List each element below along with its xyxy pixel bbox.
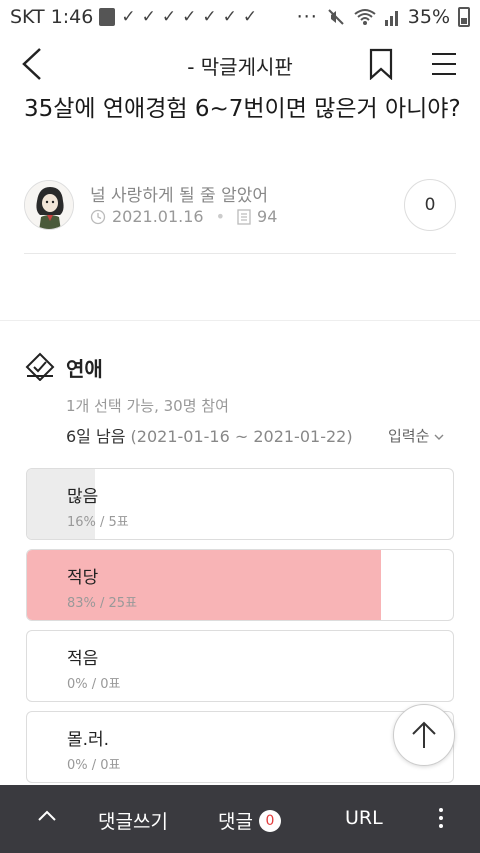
- comments-label: 댓글: [218, 811, 253, 833]
- check-icon: ✓: [161, 7, 177, 27]
- poll-option-label: 적당: [67, 568, 99, 588]
- like-count: 0: [424, 195, 436, 215]
- mute-icon: [328, 9, 344, 25]
- battery-icon: [458, 7, 470, 27]
- poll-option[interactable]: 몰.러. 0% / 0표: [26, 711, 454, 783]
- status-left: SKT 1:46 ✓ ✓ ✓ ✓ ✓ ✓ ✓: [10, 6, 257, 28]
- bottom-bar: 댓글쓰기 댓글 0 URL: [0, 785, 480, 853]
- view-count: 94: [257, 207, 278, 226]
- poll-option-label: 많음: [67, 487, 99, 507]
- scroll-top-button[interactable]: [393, 704, 455, 766]
- check-icon: ✓: [202, 7, 217, 27]
- note-icon: [99, 8, 116, 26]
- poll-option-label: 몰.러.: [67, 730, 110, 750]
- chevron-up-icon[interactable]: [36, 805, 58, 827]
- sort-label: 입력순: [388, 427, 430, 445]
- overflow-dots: ···: [296, 6, 318, 28]
- chevron-down-icon: [434, 434, 444, 440]
- poll-period: 6일 남음 (2021-01-16 ~ 2021-01-22): [66, 423, 353, 447]
- bookmark-icon[interactable]: [368, 48, 394, 80]
- status-bar: SKT 1:46 ✓ ✓ ✓ ✓ ✓ ✓ ✓ ··· 35%: [0, 0, 480, 34]
- poll-option-stats: 0% / 0표: [67, 758, 121, 773]
- poll-option-stats: 83% / 25표: [67, 596, 138, 611]
- status-right: ··· 35%: [297, 6, 470, 28]
- wifi-icon: [354, 9, 376, 25]
- check-icon: ✓: [182, 7, 197, 27]
- divider: [24, 253, 456, 254]
- sort-dropdown[interactable]: 입력순: [388, 425, 444, 446]
- comment-count-badge: 0: [258, 809, 281, 832]
- poll-option-stats: 16% / 5표: [67, 515, 129, 530]
- like-button[interactable]: 0: [404, 179, 456, 231]
- poll-option[interactable]: 많음 16% / 5표: [26, 468, 454, 540]
- post-meta: 2021.01.16 • 94: [90, 207, 277, 226]
- more-vertical-icon[interactable]: [436, 807, 446, 829]
- check-icon: ✓: [242, 7, 258, 27]
- poll-remaining: 6일 남음: [66, 427, 126, 446]
- check-icon: ✓: [222, 7, 237, 27]
- app-bar: - 막글게시판: [0, 34, 480, 96]
- vote-icon: [25, 352, 55, 381]
- post-title: 35살에 연애경험 6~7번이면 많은거 아니야?: [24, 96, 461, 122]
- carrier-time: SKT 1:46: [10, 6, 94, 28]
- url-button[interactable]: URL: [345, 807, 383, 829]
- check-icon: ✓: [141, 7, 156, 27]
- poll-title: 연애: [66, 357, 103, 381]
- poll-option-label: 적음: [67, 649, 99, 669]
- board-title: - 막글게시판: [187, 55, 293, 79]
- write-comment-button[interactable]: 댓글쓰기: [98, 807, 168, 834]
- battery-percent: 35%: [407, 6, 450, 28]
- avatar[interactable]: [24, 180, 74, 230]
- poll-option[interactable]: 적음 0% / 0표: [26, 630, 454, 702]
- poll-info: 1개 선택 가능, 30명 참여: [66, 397, 229, 415]
- comments-button[interactable]: 댓글 0: [218, 807, 281, 834]
- meta-separator: •: [215, 207, 226, 226]
- post-date: 2021.01.16: [112, 207, 204, 226]
- poll-option[interactable]: 적당 83% / 25표: [26, 549, 454, 621]
- signal-icon: [384, 11, 398, 26]
- clock-icon: [90, 209, 106, 224]
- arrow-up-icon: [412, 721, 436, 748]
- menu-icon[interactable]: [430, 50, 458, 78]
- avatar-illustration: [25, 181, 73, 229]
- author-name[interactable]: 널 사랑하게 될 줄 알았어: [90, 181, 268, 206]
- divider: [0, 320, 480, 321]
- poll-dates: (2021-01-16 ~ 2021-01-22): [130, 427, 353, 446]
- views-icon: [237, 208, 251, 225]
- check-icon: ✓: [121, 7, 136, 27]
- poll-option-stats: 0% / 0표: [67, 677, 121, 692]
